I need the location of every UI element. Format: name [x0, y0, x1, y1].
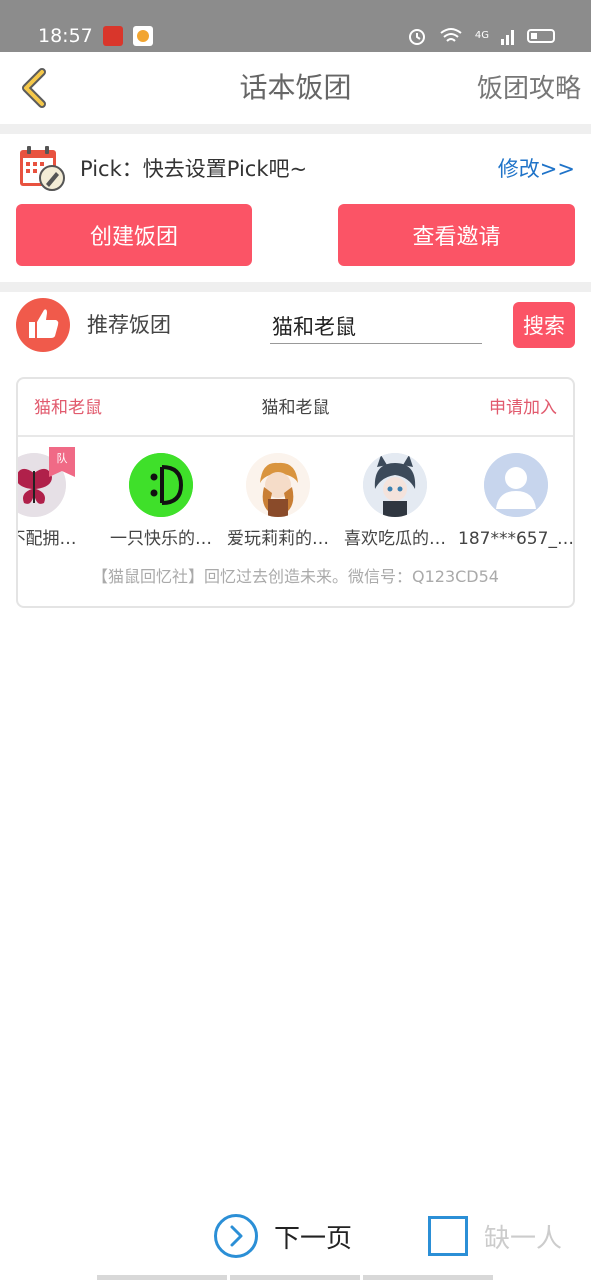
- chevron-right-icon: [230, 1225, 243, 1247]
- create-group-button[interactable]: 创建饭团: [16, 204, 252, 266]
- footer-bar: 下一页 缺一人: [0, 1208, 591, 1268]
- member-name: 是不配拥…: [18, 529, 77, 549]
- wifi-icon: [440, 28, 462, 42]
- thumbs-up-icon: [16, 298, 70, 352]
- status-bar: 18:57 4G: [0, 0, 591, 52]
- anime-girl-avatar: [246, 453, 310, 517]
- section-divider: [0, 282, 591, 292]
- view-invites-button[interactable]: 查看邀请: [338, 204, 575, 266]
- missing-one-checkbox[interactable]: [428, 1216, 468, 1256]
- group-description: 【猫鼠回忆社】回忆过去创造未来。微信号：Q123CD54: [92, 567, 499, 586]
- member-item[interactable]: 喜欢吃瓜的…: [336, 453, 454, 553]
- member-name: 一只快乐的…: [110, 529, 212, 549]
- anime-cat-girl-avatar: [363, 453, 427, 517]
- member-name: 爱玩莉莉的…: [227, 529, 329, 549]
- member-item[interactable]: 爱玩莉莉的…: [219, 453, 337, 553]
- nav-gesture-bar: [97, 1275, 227, 1280]
- next-page-label[interactable]: 下一页: [274, 1222, 352, 1256]
- default-user-avatar: [484, 453, 548, 517]
- smiley-avatar: [129, 453, 193, 517]
- member-item[interactable]: 一只快乐的…: [102, 453, 220, 553]
- missing-one-label: 缺一人: [484, 1224, 563, 1254]
- search-button[interactable]: 搜索: [513, 302, 575, 348]
- guide-link[interactable]: 饭团攻略: [477, 72, 581, 106]
- member-name: 喜欢吃瓜的…: [344, 529, 446, 549]
- app-notification-icon: [103, 26, 123, 46]
- member-name: 187***657_…: [458, 529, 574, 549]
- signal-icon: [501, 30, 514, 45]
- nav-gesture-bar: [363, 1275, 493, 1280]
- recommend-label: 推荐饭团: [87, 313, 171, 337]
- edit-pick-link[interactable]: 修改>>: [498, 154, 575, 184]
- battery-icon: [527, 29, 555, 43]
- search-input[interactable]: [270, 308, 482, 344]
- member-item[interactable]: 队 是不配拥…: [18, 447, 93, 553]
- group-card: 猫和老鼠 猫和老鼠 申请加入 队 是不配拥… 一只快乐的…: [16, 377, 575, 608]
- member-item[interactable]: 187***657_…: [457, 453, 574, 553]
- status-time: 18:57: [38, 25, 93, 47]
- app-notification-icon-2: [133, 26, 153, 46]
- alarm-icon: [408, 29, 425, 45]
- join-group-button[interactable]: 申请加入: [489, 395, 557, 421]
- next-page-button[interactable]: [214, 1214, 258, 1258]
- calendar-pen-icon: [20, 146, 65, 191]
- section-divider: [0, 124, 591, 134]
- pick-row: Pick：快去设置Pick吧~ 修改>>: [0, 136, 591, 202]
- pick-text: Pick：快去设置Pick吧~: [80, 157, 308, 181]
- recommend-row: 推荐饭团 搜索: [0, 296, 591, 358]
- group-card-header: 猫和老鼠 猫和老鼠 申请加入: [18, 379, 573, 437]
- network-type: 4G: [474, 30, 489, 41]
- nav-gesture-bar: [230, 1275, 360, 1280]
- nav-bar: 话本饭团 饭团攻略: [0, 52, 591, 124]
